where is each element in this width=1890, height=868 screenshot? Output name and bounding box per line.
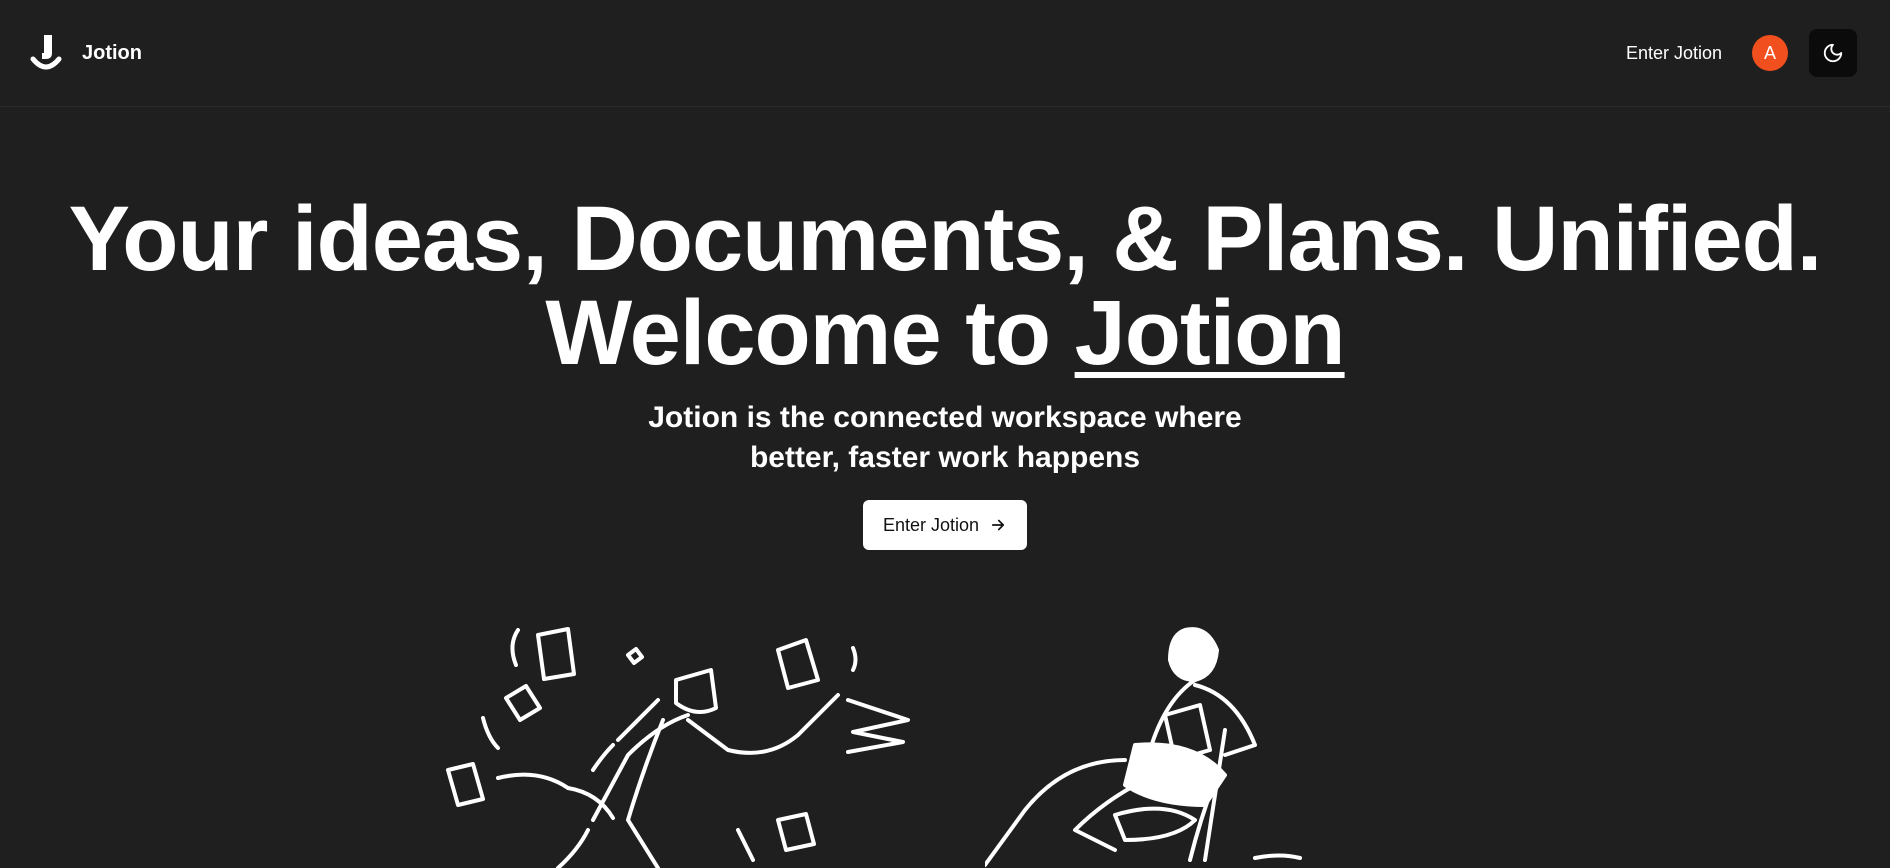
cta-label: Enter Jotion: [882, 514, 980, 535]
subtitle-line-1: Jotion is the connected workspace where: [648, 401, 1242, 434]
jotion-logo-icon: [30, 35, 62, 70]
juggling-papers-illustration: [446, 627, 910, 868]
hero-subtitle: Jotion is the connected workspace where …: [0, 398, 1890, 478]
subtitle-line-2: better, faster work happens: [749, 441, 1141, 474]
theme-toggle-button[interactable]: [1809, 29, 1857, 77]
nav-actions: Enter Jotion A: [1626, 29, 1857, 77]
arrow-right-icon: [991, 519, 1005, 531]
headline-line-2-prefix: Welcome to: [545, 282, 1051, 384]
brand[interactable]: Jotion: [30, 33, 142, 73]
headline-line-1: Your ideas, Documents, & Plans. Unified.: [68, 188, 1823, 290]
enter-jotion-link[interactable]: Enter Jotion: [1626, 43, 1722, 64]
reading-person-illustration: [985, 627, 1302, 867]
hero: Your ideas, Documents, & Plans. Unified.…: [0, 192, 1890, 550]
avatar[interactable]: A: [1752, 35, 1788, 71]
headline-brand: Jotion: [1074, 282, 1346, 384]
navbar: Jotion Enter Jotion A: [0, 0, 1890, 107]
hero-headline: Your ideas, Documents, & Plans. Unified.…: [0, 192, 1890, 380]
enter-jotion-button[interactable]: Enter Jotion: [862, 500, 1028, 550]
moon-icon: [1823, 43, 1843, 63]
brand-name: Jotion: [82, 41, 142, 64]
